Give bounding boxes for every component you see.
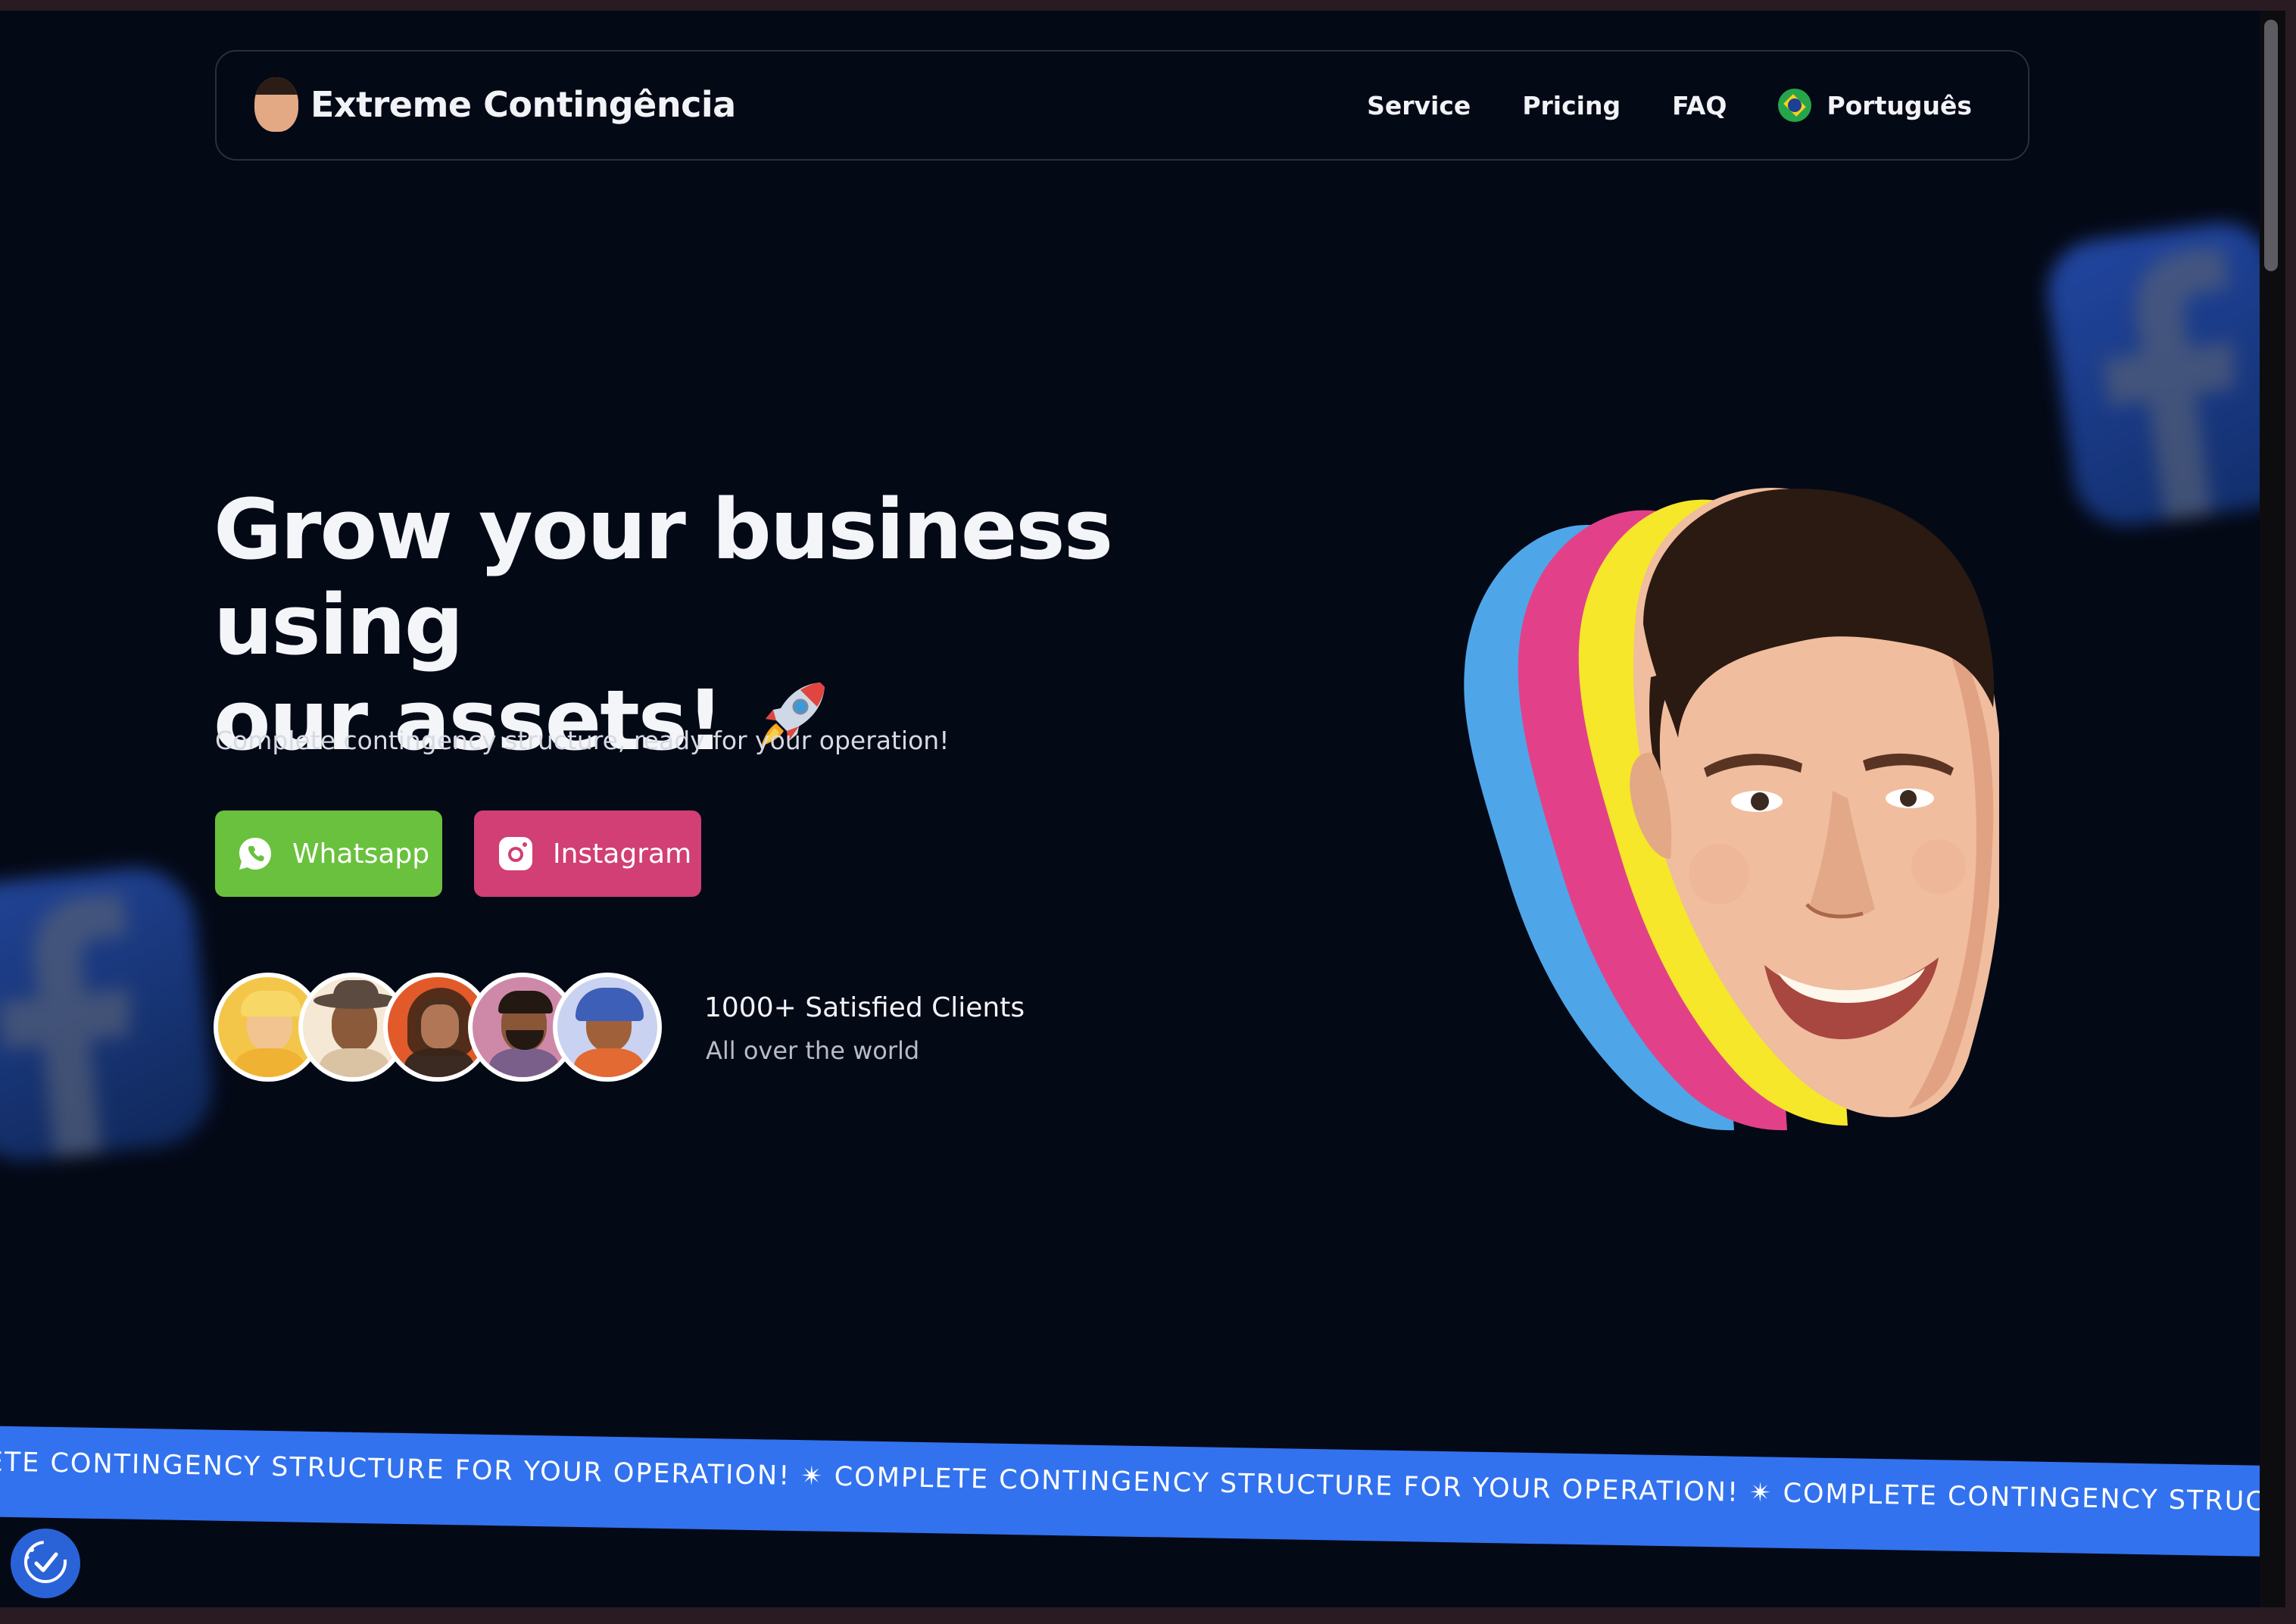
whatsapp-icon	[236, 835, 274, 873]
language-label: Português	[1827, 90, 1972, 120]
hero-title-line1: Grow your business using	[214, 481, 1113, 673]
whatsapp-button[interactable]: Whatsapp	[215, 810, 442, 897]
window-bottom-edge	[0, 1607, 2296, 1624]
navbar: Extreme Contingência Service Pricing FAQ…	[215, 50, 2029, 161]
avatar	[553, 973, 662, 1082]
logo-face-icon	[250, 77, 298, 133]
nav-links: Service Pricing FAQ Português	[1367, 52, 1972, 159]
whatsapp-button-label: Whatsapp	[292, 838, 430, 870]
marquee-text: LETE CONTINGENCY STRUCTURE FOR YOUR OPER…	[0, 1447, 2260, 1525]
scrollbar-thumb[interactable]	[2264, 20, 2278, 271]
clients-count: 1000+ Satisfied Clients	[704, 992, 1025, 1023]
clients-subtitle: All over the world	[706, 1036, 920, 1065]
brand-logo[interactable]: Extreme Contingência	[250, 77, 736, 133]
background-facebook-logo-right	[2041, 215, 2260, 533]
accessibility-button[interactable]	[11, 1529, 80, 1598]
background-facebook-logo-left	[0, 861, 219, 1167]
page-viewport: Extreme Contingência Service Pricing FAQ…	[0, 11, 2260, 1607]
instagram-icon	[497, 835, 535, 873]
instagram-button[interactable]: Instagram	[474, 810, 701, 897]
accessibility-icon	[21, 1538, 70, 1589]
hero-subtitle: Complete contingency structure, ready fo…	[215, 726, 950, 755]
nav-item-pricing[interactable]: Pricing	[1522, 91, 1621, 120]
nav-item-faq[interactable]: FAQ	[1672, 91, 1727, 120]
brazil-flag-icon	[1778, 89, 1812, 122]
language-selector[interactable]: Português	[1778, 89, 1972, 122]
nav-item-service[interactable]: Service	[1367, 91, 1471, 120]
brand-name: Extreme Contingência	[310, 84, 736, 125]
instagram-button-label: Instagram	[553, 838, 692, 870]
marquee-banner: LETE CONTINGENCY STRUCTURE FOR YOUR OPER…	[0, 1426, 2260, 1558]
hero-face-illustration	[1454, 480, 2004, 1162]
